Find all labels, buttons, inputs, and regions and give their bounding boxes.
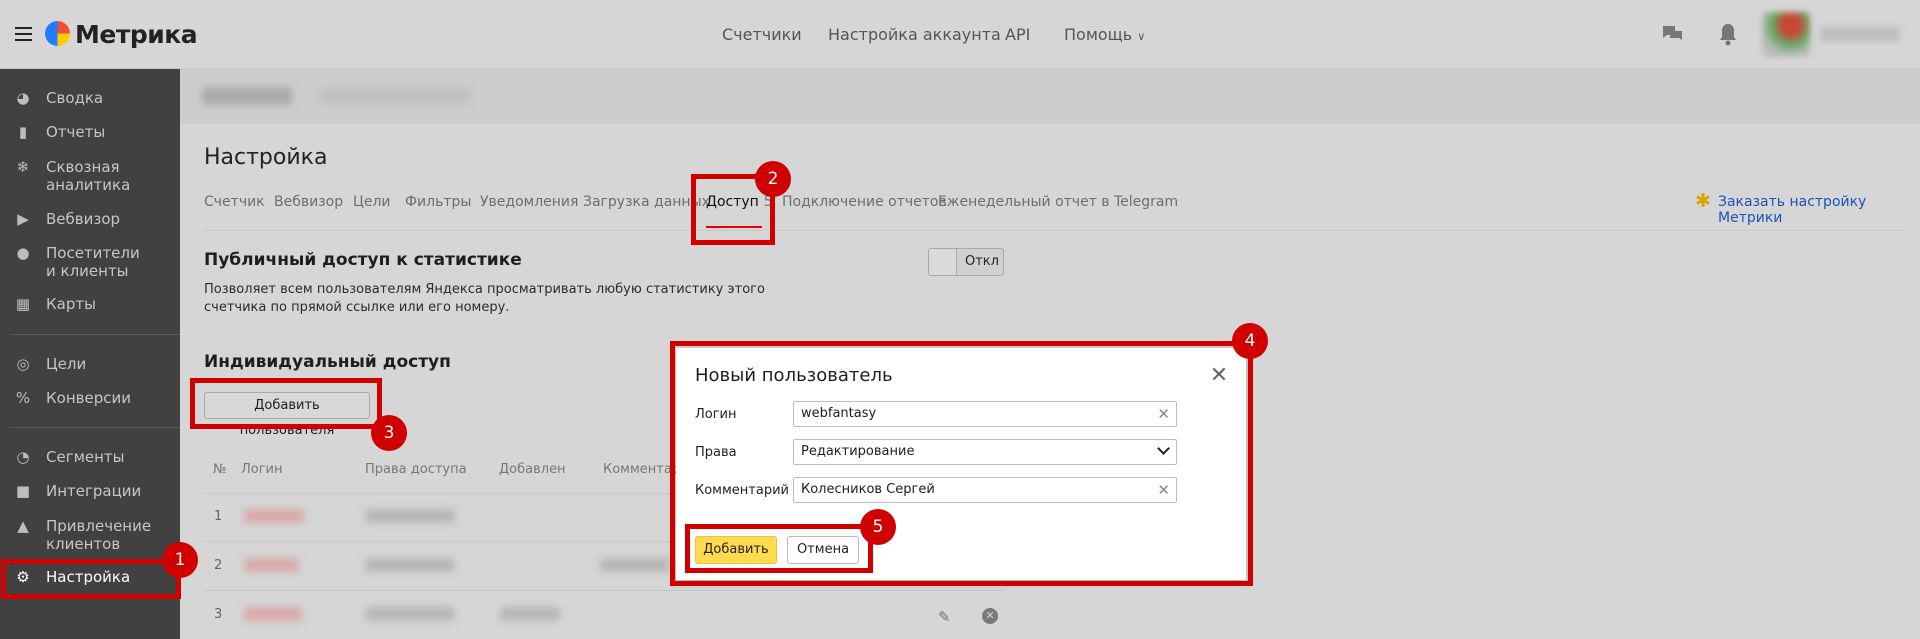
sidebar-item-label: Цели: [46, 355, 87, 373]
sidebar-item-label: Конверсии: [46, 389, 131, 407]
sidebar-item-label: Посетители и клиенты: [46, 244, 140, 280]
sidebar-item-label: Отчеты: [46, 123, 106, 141]
comment-redacted: [600, 558, 670, 572]
pie-icon: ◔: [16, 448, 30, 466]
annotation-box-3: [190, 378, 382, 429]
target-icon: ◎: [16, 355, 30, 373]
login-redacted: [244, 509, 304, 523]
table-header-num: №: [213, 462, 227, 477]
avatar[interactable]: [1762, 12, 1810, 57]
bell-icon[interactable]: [1718, 22, 1738, 46]
nav-counters[interactable]: Счетчики: [722, 25, 802, 44]
sidebar-item-label: Сводка: [46, 89, 104, 107]
map-icon: ▦: [15, 295, 31, 313]
login-redacted: [244, 558, 299, 572]
table-row-divider: [204, 590, 1004, 591]
snowflake-icon: ❄: [16, 158, 30, 176]
annotation-badge-1: 1: [162, 542, 198, 578]
top-bar: Метрика Счетчики Настройка аккаунта API …: [0, 0, 1920, 69]
user-name-redacted[interactable]: [1820, 26, 1900, 42]
sidebar-item-label: Сегменты: [46, 448, 125, 466]
logo-text[interactable]: Метрика: [75, 20, 198, 49]
table-header-added[interactable]: Добавлен: [499, 462, 566, 477]
pencil-icon[interactable]: ✎: [938, 608, 956, 626]
chat-icon[interactable]: [1660, 23, 1684, 45]
play-icon: ▶: [17, 210, 29, 228]
counter-name-redacted: [202, 87, 292, 105]
flame-icon: ▲: [17, 517, 29, 535]
chevron-down-icon: ∨: [1137, 30, 1146, 43]
toggle-knob: [929, 249, 957, 275]
annotation-box-5: [685, 524, 873, 573]
sidebar-divider: [10, 427, 180, 428]
login-redacted: [244, 607, 302, 621]
percent-icon: %: [15, 389, 31, 407]
rights-redacted: [365, 607, 455, 621]
public-access-title: Публичный доступ к статистике: [204, 250, 522, 270]
sidebar-divider: [10, 334, 180, 335]
annotation-badge-5: 5: [860, 509, 896, 545]
table-header-login[interactable]: Логин: [241, 462, 283, 477]
tab-counter[interactable]: Счетчик: [204, 194, 265, 210]
gauge-icon: ◕: [16, 89, 30, 107]
counter-info-bar-redacted: [180, 69, 1920, 124]
individual-access-title: Индивидуальный доступ: [204, 352, 451, 372]
sidebar-item-label: Привлечение клиентов: [46, 517, 152, 553]
tabs-divider: [204, 230, 1904, 231]
nav-account-settings[interactable]: Настройка аккаунта: [828, 25, 1001, 44]
user-icon: ●: [16, 244, 30, 262]
menu-icon[interactable]: [15, 27, 32, 41]
sidebar-item-label: Сквозная аналитика: [46, 158, 131, 194]
sidebar-item-label: Вебвизор: [46, 210, 121, 228]
tab-webvisor[interactable]: Вебвизор: [274, 194, 343, 210]
nav-help-label: Помощь: [1064, 25, 1133, 44]
table-header-rights[interactable]: Права доступа: [365, 462, 467, 477]
nav-api[interactable]: API: [1005, 25, 1030, 44]
annotation-box-1: [1, 559, 181, 599]
tab-filters[interactable]: Фильтры: [405, 194, 471, 210]
rights-redacted: [365, 509, 455, 523]
sidebar: ◕ Сводка ▮ Отчеты ❄ Сквозная аналитика ▶ Веб…: [0, 69, 180, 639]
rights-redacted: [365, 558, 455, 572]
annotation-badge-2: 2: [755, 161, 791, 197]
tab-telegram-report[interactable]: Еженедельный отчет в Telegram: [938, 194, 1178, 210]
table-row-num: 3: [214, 607, 223, 622]
annotation-badge-4: 4: [1232, 323, 1268, 359]
bar-chart-icon: ▮: [18, 123, 28, 141]
order-setup-link[interactable]: Заказать настройку Метрики: [1718, 194, 1920, 226]
table-row-num: 2: [214, 558, 223, 573]
tab-reports-connection[interactable]: Подключение отчетов: [782, 194, 947, 210]
annotation-badge-3: 3: [371, 415, 407, 451]
puzzle-icon: ■: [15, 482, 31, 500]
counter-site-redacted: [320, 89, 470, 103]
public-access-description: Позволяет всем пользователям Яндекса про…: [204, 282, 765, 315]
sparkle-icon: ✱: [1695, 190, 1711, 212]
public-access-toggle[interactable]: Откл: [928, 248, 1004, 276]
metrika-logo-icon: [45, 21, 70, 46]
sidebar-item-label: Карты: [46, 295, 96, 313]
tab-notifications[interactable]: Уведомления: [480, 194, 578, 210]
page-title: Настройка: [204, 145, 328, 170]
nav-help[interactable]: Помощь ∨: [1064, 25, 1145, 44]
tab-goals[interactable]: Цели: [353, 194, 391, 210]
added-redacted: [500, 607, 560, 621]
toggle-label: Откл: [965, 254, 999, 269]
delete-icon[interactable]: ✕: [982, 608, 998, 624]
sidebar-item-label: Интеграции: [46, 482, 142, 500]
table-row-num: 1: [214, 509, 223, 524]
